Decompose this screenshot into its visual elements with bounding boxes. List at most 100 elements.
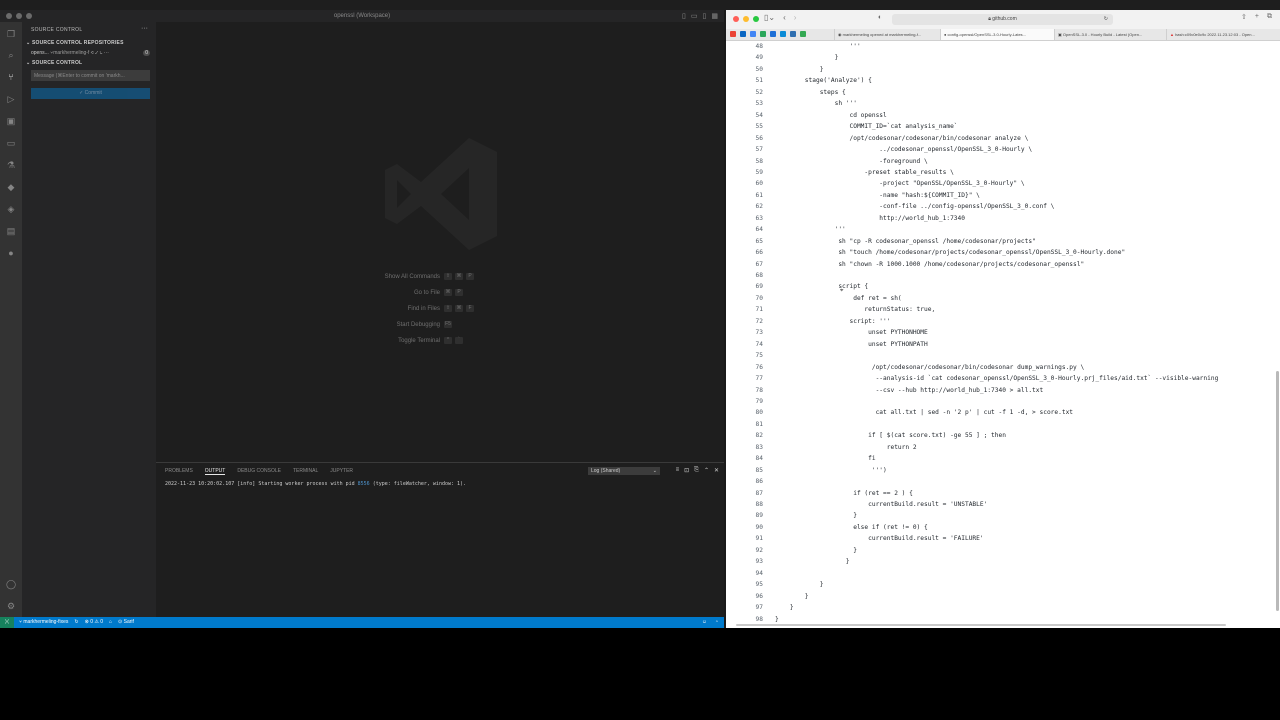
line-number[interactable]: 91 <box>726 533 763 544</box>
repositories-section-header[interactable]: ⌄ SOURCE CONTROL REPOSITORIES <box>26 40 124 46</box>
line-number[interactable]: 82 <box>726 430 763 441</box>
open-log-icon[interactable]: ⎘ <box>694 467 699 474</box>
maximize-panel-icon[interactable]: ⌃ <box>704 467 709 474</box>
tab-debug-console[interactable]: DEBUG CONSOLE <box>237 468 281 475</box>
notifications-bell-icon[interactable]: ◔ <box>715 617 718 628</box>
commit-message-input[interactable]: Message (⌘Enter to commit on 'markh... <box>31 70 150 81</box>
feedback-icon[interactable]: ☺ <box>702 617 707 628</box>
docker-icon[interactable]: ◆ <box>6 182 16 192</box>
horizontal-scrollbar[interactable] <box>736 624 1226 626</box>
line-number[interactable]: 52 <box>726 87 763 98</box>
browser-close-button[interactable] <box>733 16 739 22</box>
accounts-icon[interactable]: ◯ <box>6 579 16 589</box>
line-number[interactable]: 84 <box>726 453 763 464</box>
browser-minimize-button[interactable] <box>743 16 749 22</box>
back-icon[interactable]: ‹ <box>783 13 786 22</box>
browser-tab[interactable]: ▲ hash:c09c0e0c9c 2022.11.23.12:03 - Ope… <box>1166 29 1280 40</box>
line-number[interactable]: 71 <box>726 304 763 315</box>
line-number[interactable]: 54 <box>726 110 763 121</box>
line-number[interactable]: 75 <box>726 350 763 361</box>
line-number[interactable]: 67 <box>726 259 763 270</box>
browser-tab[interactable]: ▣ OpenSSL-3.0 - Hourly Build - Latest (O… <box>1054 29 1166 40</box>
toggle-secondary-sidebar-icon[interactable]: ▯ <box>703 12 707 20</box>
share-icon[interactable]: ⇧ <box>1241 13 1247 21</box>
search-icon[interactable]: ⌕ <box>6 50 16 60</box>
drive-icon[interactable] <box>760 31 766 37</box>
status-sarif[interactable]: ⊙ Sarif <box>118 617 134 628</box>
line-number[interactable]: 95 <box>726 579 763 590</box>
line-number[interactable]: 88 <box>726 499 763 510</box>
sidebar-toggle-icon[interactable]: ▯⌄ <box>764 13 775 22</box>
line-number[interactable]: 77 <box>726 373 763 384</box>
browser-tab[interactable]: ◉ markhermeling opened at markhermeling-… <box>834 29 940 40</box>
calendar-icon[interactable] <box>750 31 756 37</box>
line-number[interactable]: 94 <box>726 568 763 579</box>
tab-output[interactable]: OUTPUT <box>204 468 226 475</box>
line-number[interactable]: 89 <box>726 510 763 521</box>
forward-icon[interactable]: › <box>794 13 797 22</box>
line-number[interactable]: 60 <box>726 178 763 189</box>
source-control-icon[interactable]: ⑂ <box>6 72 16 82</box>
line-number[interactable]: 66 <box>726 247 763 258</box>
line-number[interactable]: 49 <box>726 52 763 63</box>
browser-tab-active[interactable]: ● config-openssl/OpenSSL-3.0-Hourly-Late… <box>940 29 1054 40</box>
tab-jupyter[interactable]: JUPYTER <box>330 468 353 475</box>
line-number[interactable]: 93 <box>726 556 763 567</box>
vertical-scrollbar[interactable] <box>1276 371 1279 611</box>
repo-actions-icons[interactable]: ⟲ ✓ ↻ ··· <box>91 50 109 56</box>
line-number[interactable]: 86 <box>726 476 763 487</box>
bookmark-icon[interactable] <box>770 31 776 37</box>
problems-count[interactable]: ⊗ 0 ⚠ 0 <box>85 617 103 628</box>
line-number[interactable]: 59 <box>726 167 763 178</box>
notebook-icon[interactable]: ▤ <box>6 226 16 236</box>
line-number[interactable]: 53 <box>726 98 763 109</box>
line-number[interactable]: 65 <box>726 236 763 247</box>
address-bar[interactable]: 🔒︎ github.com ↻ <box>892 14 1113 25</box>
tab-terminal[interactable]: TERMINAL <box>293 468 318 475</box>
line-number[interactable]: 69 <box>726 281 763 292</box>
line-number[interactable]: 73 <box>726 327 763 338</box>
home-icon[interactable]: ⌂ <box>109 617 112 628</box>
line-number[interactable]: 70 <box>726 293 763 304</box>
lock-scroll-icon[interactable]: ⊡ <box>684 467 689 474</box>
status-branch[interactable]: ⑂ markhermeling-fixes <box>19 617 68 628</box>
line-number[interactable]: 55 <box>726 121 763 132</box>
line-number[interactable]: 76 <box>726 362 763 373</box>
toggle-panel-icon[interactable]: ▭ <box>691 12 698 20</box>
toggle-sidebar-icon[interactable]: ▯ <box>682 12 686 20</box>
close-panel-icon[interactable]: ✕ <box>714 467 719 474</box>
line-number[interactable]: 80 <box>726 407 763 418</box>
privacy-shield-icon[interactable]: ◐ <box>878 14 882 21</box>
linkedin-icon[interactable] <box>740 31 746 37</box>
run-debug-icon[interactable]: ▷ <box>6 94 16 104</box>
line-number[interactable]: 63 <box>726 213 763 224</box>
line-number[interactable]: 62 <box>726 201 763 212</box>
explorer-icon[interactable]: ❐ <box>6 29 16 39</box>
line-number[interactable]: 81 <box>726 419 763 430</box>
line-number[interactable]: 57 <box>726 144 763 155</box>
line-number[interactable]: 90 <box>726 522 763 533</box>
jira-icon[interactable] <box>790 31 796 37</box>
line-number[interactable]: 85 <box>726 465 763 476</box>
line-number[interactable]: 56 <box>726 133 763 144</box>
github-icon[interactable]: ● <box>6 248 16 258</box>
line-number[interactable]: 78 <box>726 385 763 396</box>
new-tab-icon[interactable]: + <box>1255 13 1259 21</box>
line-number[interactable]: 79 <box>726 396 763 407</box>
line-number[interactable]: 72 <box>726 316 763 327</box>
sync-icon[interactable]: ↻ <box>74 617 78 628</box>
customize-layout-icon[interactable]: ▦ <box>711 12 718 20</box>
outlook-icon[interactable] <box>780 31 786 37</box>
line-number[interactable]: 96 <box>726 591 763 602</box>
more-actions-icon[interactable]: ··· <box>141 25 148 32</box>
line-number[interactable]: 58 <box>726 156 763 167</box>
browser-zoom-button[interactable] <box>753 16 759 22</box>
output-channel-select[interactable]: Log (Shared) ⌄ <box>588 467 660 475</box>
line-number[interactable]: 68 <box>726 270 763 281</box>
line-number[interactable]: 87 <box>726 488 763 499</box>
line-number[interactable]: 48 <box>726 41 763 52</box>
line-number[interactable]: 50 <box>726 64 763 75</box>
line-number[interactable]: 51 <box>726 75 763 86</box>
settings-gear-icon[interactable]: ⚙ <box>6 601 16 611</box>
line-number[interactable]: 61 <box>726 190 763 201</box>
